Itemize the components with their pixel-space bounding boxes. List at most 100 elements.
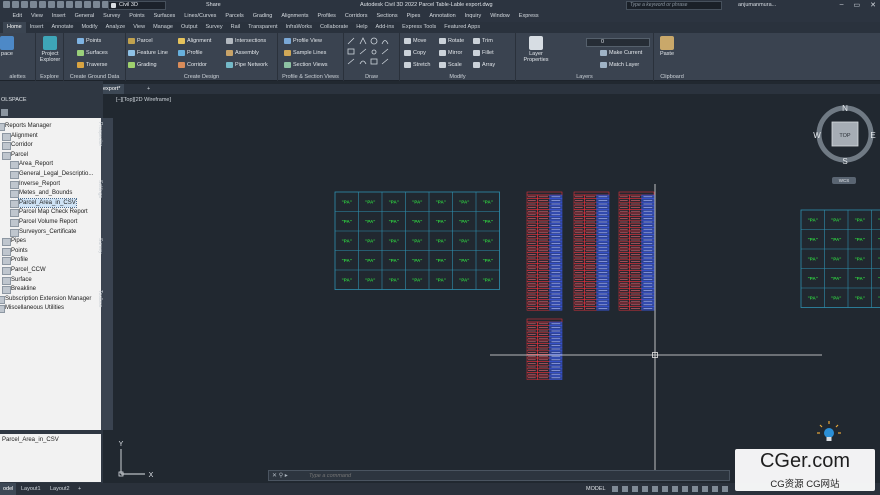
compass-east[interactable]: E xyxy=(870,131,875,140)
compass-west[interactable]: W xyxy=(813,131,821,140)
command-input[interactable] xyxy=(309,472,709,480)
tab-survey[interactable]: Survey xyxy=(201,22,226,33)
menu-item-corridors[interactable]: Corridors xyxy=(340,11,372,22)
tab-prospector[interactable]: Prospector xyxy=(97,122,103,146)
drawing-canvas[interactable]: "PA" "PA" "PA" "PA" "PA" "PA" "PA" "PA" "PA" "PA"… xyxy=(113,94,880,481)
workspace-selector[interactable]: Civil 3D xyxy=(108,1,166,10)
corridor-button[interactable]: Corridor xyxy=(178,62,207,68)
tree-item[interactable]: Parcel_Area_in_CSV xyxy=(10,197,77,208)
menu-item-express[interactable]: Express xyxy=(514,11,543,22)
tree-item[interactable]: Alignment xyxy=(2,132,38,141)
tab-insert[interactable]: Insert xyxy=(26,22,48,33)
profile-view-button[interactable]: Profile View xyxy=(284,38,322,44)
menu-item-pipes[interactable]: Pipes xyxy=(402,11,425,22)
lightbulb-icon[interactable] xyxy=(816,420,842,446)
trim-button[interactable]: Trim xyxy=(473,38,493,44)
tree-item[interactable]: Subscription Extension Manager xyxy=(0,295,91,304)
status-toggles[interactable] xyxy=(612,486,728,492)
move-button[interactable]: Move xyxy=(404,38,426,44)
intersections-button[interactable]: Intersections xyxy=(226,38,266,44)
fillet-button[interactable]: Fillet xyxy=(473,50,494,56)
menu-item-sections[interactable]: Sections xyxy=(372,11,402,22)
tree-item[interactable]: Metes_and_Bounds xyxy=(9,189,72,199)
tab-transparent[interactable]: Transparent xyxy=(244,22,281,33)
tree-item[interactable]: Parcel_CCW xyxy=(2,266,46,275)
feature-line-button[interactable]: Feature Line xyxy=(128,50,168,56)
layer-dropdown[interactable]: 0 xyxy=(586,38,650,47)
make-current-button[interactable]: Make Current xyxy=(600,50,642,56)
viewport-controls[interactable]: [–][Top][2D Wireframe] xyxy=(116,97,171,103)
wcs-menu[interactable]: WCS xyxy=(832,177,856,184)
tree-item[interactable]: Inverse_Report xyxy=(9,180,60,189)
close-command-line-icon[interactable]: ✕ ⚲ ▸ xyxy=(272,472,288,479)
tab-collaborate[interactable]: Collaborate xyxy=(316,22,352,33)
close-icon[interactable]: ✕ xyxy=(870,1,876,9)
section-views-button[interactable]: Section Views xyxy=(284,62,327,68)
tab-model[interactable]: odel xyxy=(0,483,17,495)
tab-help[interactable]: Help xyxy=(352,22,371,33)
tab-modify[interactable]: Modify xyxy=(77,22,101,33)
compass-north[interactable]: N xyxy=(842,104,848,113)
tab-home[interactable]: Home xyxy=(3,22,26,33)
points-button[interactable]: Points xyxy=(77,38,101,44)
search-input[interactable]: Type a keyword or phrase xyxy=(626,1,722,10)
tab-layout1[interactable]: Layout1 xyxy=(18,483,44,495)
tree-item[interactable]: Area_Report xyxy=(9,160,53,170)
tree-item[interactable]: Pipes xyxy=(1,237,26,247)
tab-settings[interactable]: Settings xyxy=(97,180,103,198)
traverse-button[interactable]: Traverse xyxy=(77,62,108,68)
tree-item[interactable]: General_Legal_Descriptio... xyxy=(9,170,93,179)
menu-item-annotation[interactable]: Annotation xyxy=(425,11,460,22)
user-account[interactable]: anjumanmura... xyxy=(738,2,776,8)
minimize-icon[interactable]: – xyxy=(840,1,844,9)
rotate-button[interactable]: Rotate xyxy=(439,38,464,44)
menu-item-general[interactable]: General xyxy=(70,11,99,22)
alignment-button[interactable]: Alignment xyxy=(178,38,211,44)
menu-item-insert[interactable]: Insert xyxy=(47,11,70,22)
tab-toolbox[interactable]: Toolbox xyxy=(97,290,103,307)
mirror-button[interactable]: Mirror xyxy=(439,50,462,56)
tree-item[interactable]: Miscellaneous Utilities xyxy=(0,304,64,314)
match-layer-button[interactable]: Match Layer xyxy=(600,62,639,68)
paste-button[interactable]: Paste xyxy=(656,36,678,57)
tab-manage[interactable]: Manage xyxy=(149,22,177,33)
menu-item-lines-curves[interactable]: Lines/Curves xyxy=(180,11,221,22)
project-explorer-button[interactable]: Project Explorer xyxy=(38,36,62,63)
sample-lines-button[interactable]: Sample Lines xyxy=(284,50,326,56)
tab-annotate[interactable]: Annotate xyxy=(47,22,77,33)
tree-item[interactable]: Surveyors_Certificate xyxy=(9,228,76,237)
tab-view[interactable]: View xyxy=(129,22,149,33)
tab-output[interactable]: Output xyxy=(177,22,202,33)
tab-express-tools[interactable]: Express Tools xyxy=(398,22,440,33)
share-button[interactable]: Share xyxy=(206,2,221,8)
menu-item-edit[interactable]: Edit xyxy=(8,11,26,22)
tree-item[interactable]: Surface xyxy=(2,276,32,285)
quick-access-toolbar[interactable] xyxy=(3,1,109,8)
tab-infraworks[interactable]: InfraWorks xyxy=(282,22,317,33)
tree-item[interactable]: Parcel xyxy=(1,151,28,160)
pipe-network-button[interactable]: Pipe Network xyxy=(226,62,268,68)
tree-item[interactable]: Corridor xyxy=(2,141,33,151)
compass-south[interactable]: S xyxy=(842,157,847,166)
add-layout-button[interactable]: + xyxy=(75,483,84,495)
tab-analyze[interactable]: Analyze xyxy=(102,22,130,33)
tab-add-ins[interactable]: Add-ins xyxy=(372,22,399,33)
tree-item[interactable]: Points xyxy=(2,247,28,256)
tab-survey[interactable]: Survey xyxy=(97,238,103,254)
profile-button[interactable]: Profile xyxy=(178,50,203,56)
tree-item[interactable]: Reports Manager xyxy=(0,122,51,131)
menu-item-points[interactable]: Points xyxy=(125,11,149,22)
assembly-button[interactable]: Assembly xyxy=(226,50,259,56)
toolspace-options-icon[interactable] xyxy=(1,109,8,116)
grading-button[interactable]: Grading xyxy=(128,62,157,68)
menu-item-inquiry[interactable]: Inquiry xyxy=(460,11,486,22)
menu-item-surfaces[interactable]: Surfaces xyxy=(149,11,180,22)
tab-rail[interactable]: Rail xyxy=(227,22,244,33)
menu-item-profiles[interactable]: Profiles xyxy=(313,11,340,22)
tab-layout2[interactable]: Layout2 xyxy=(47,483,73,495)
model-space-toggle[interactable]: MODEL xyxy=(586,486,606,492)
maximize-icon[interactable]: ▭ xyxy=(854,1,861,9)
menu-item-view[interactable]: View xyxy=(26,11,47,22)
new-tab-button[interactable]: + xyxy=(143,84,154,94)
array-button[interactable]: Array xyxy=(473,62,495,68)
